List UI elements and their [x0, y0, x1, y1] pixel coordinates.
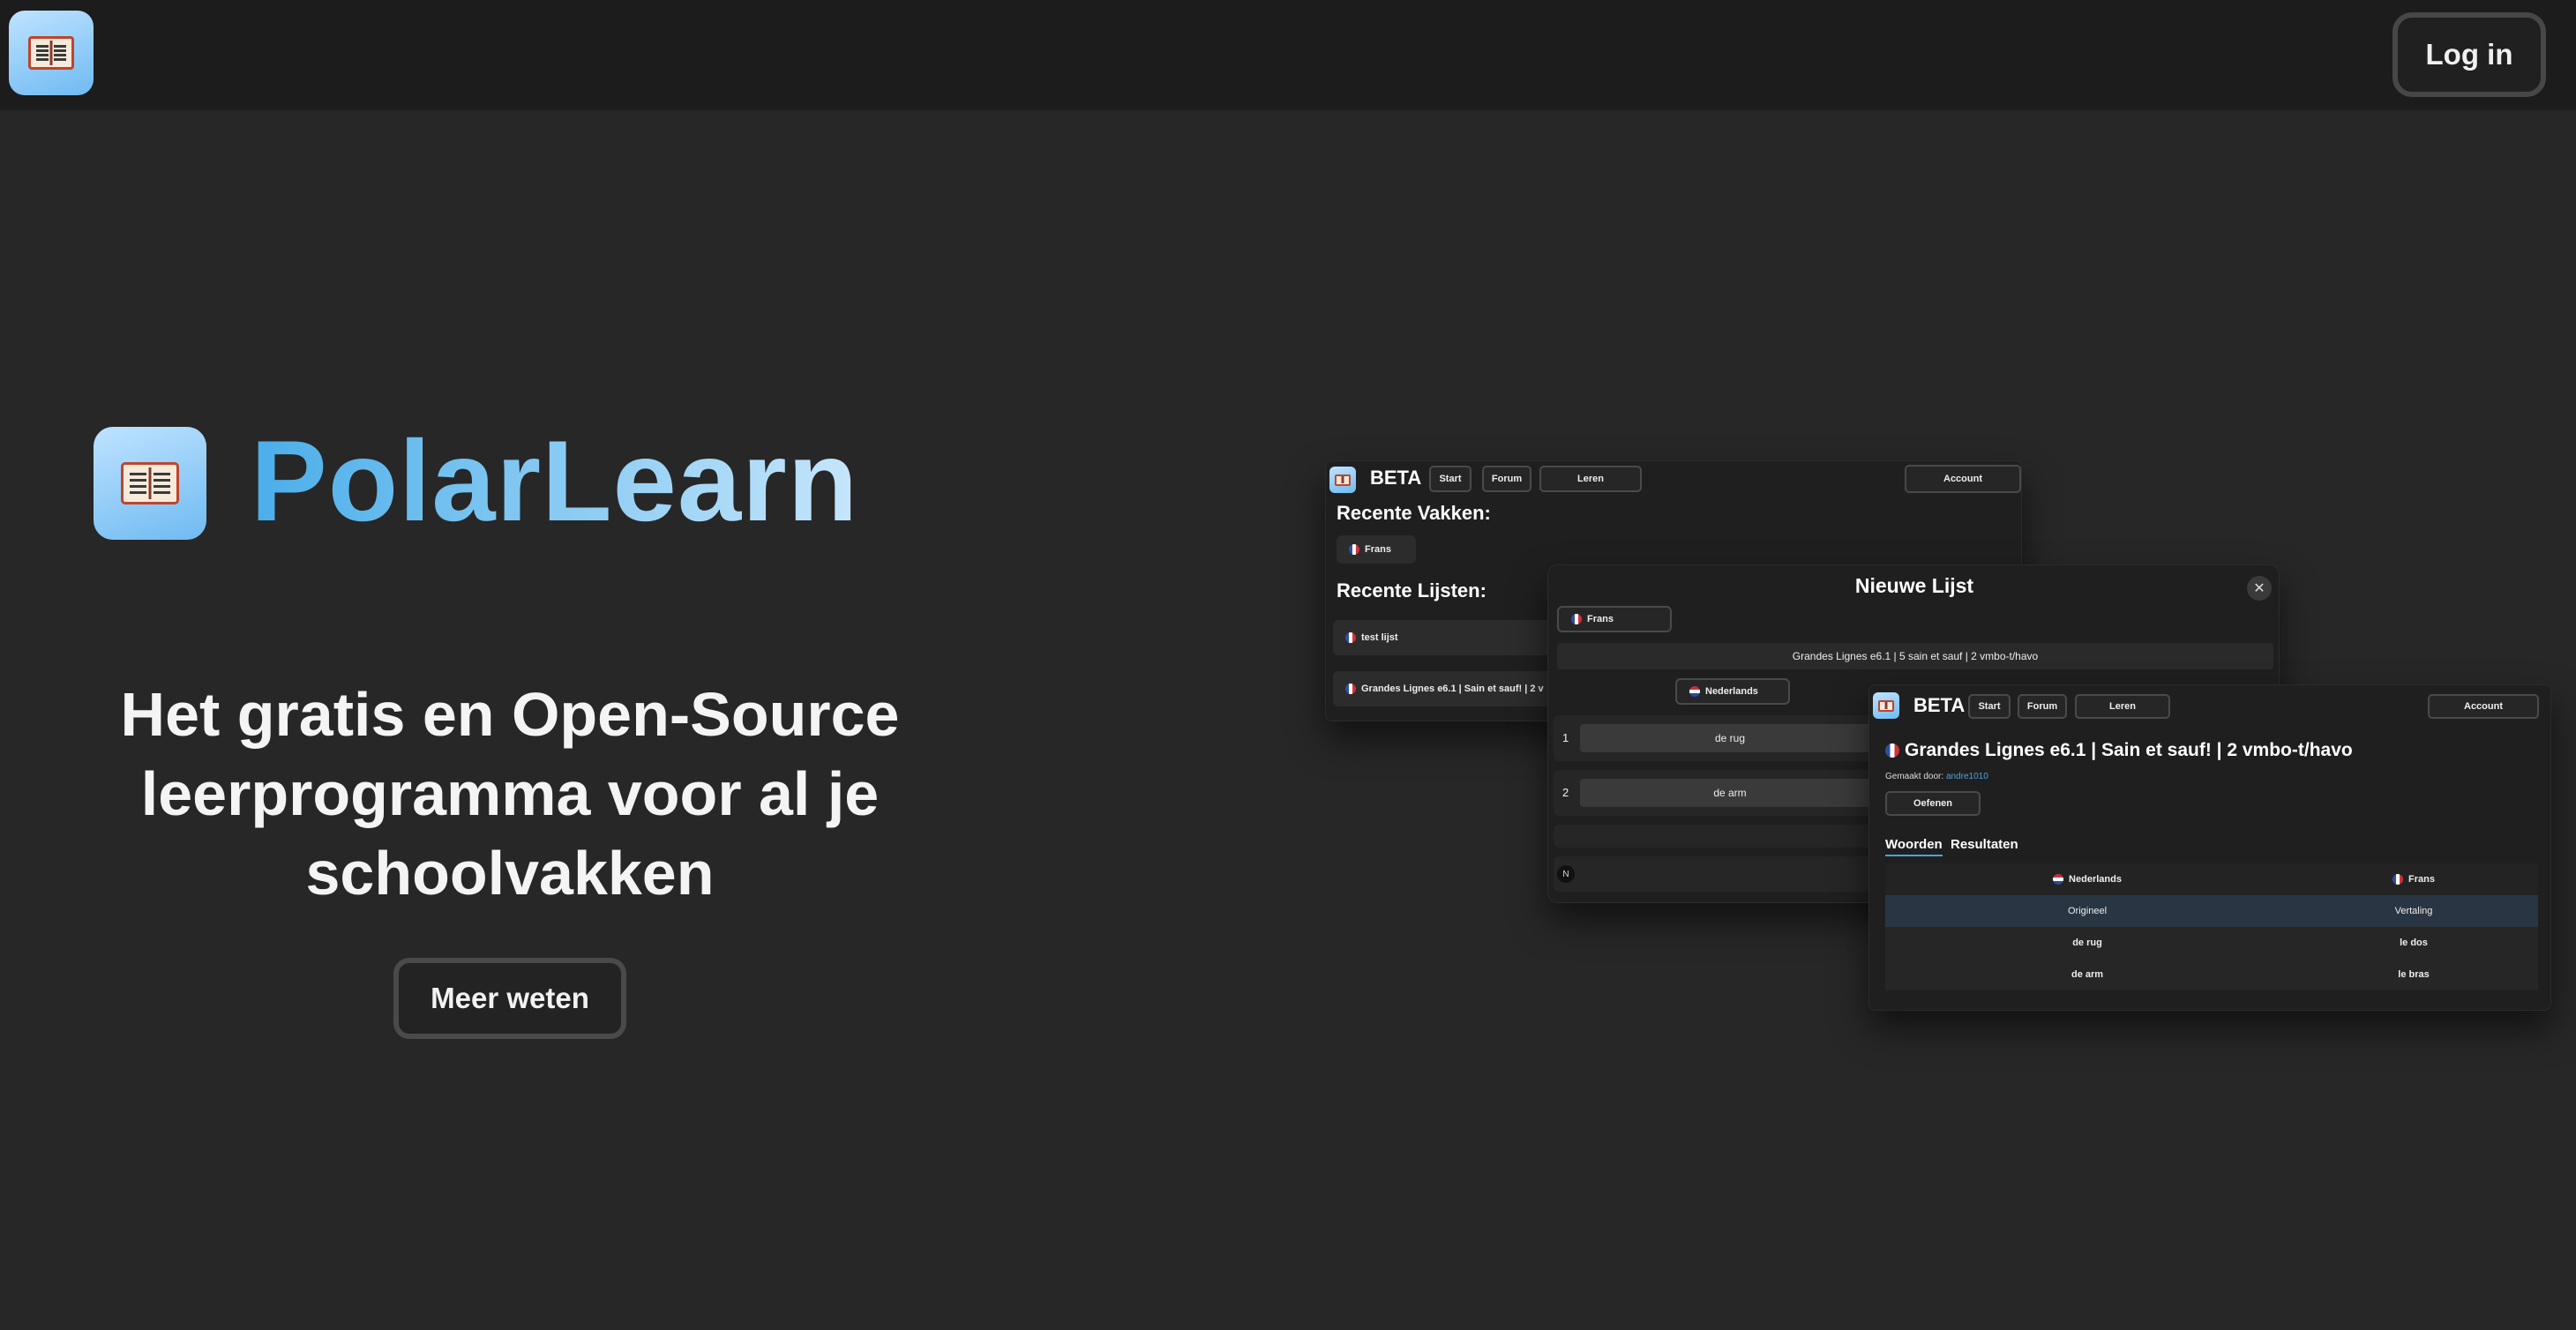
user-badge[interactable]: N — [1557, 865, 1575, 883]
list-item-label: test lijst — [1361, 632, 1398, 643]
recent-subjects-title: Recente Vakken: — [1337, 502, 1491, 524]
list-item-label: Grandes Lignes e6.1 | Sain et sauf! | 2 … — [1361, 684, 1544, 694]
tab-words[interactable]: Woorden — [1885, 837, 1943, 856]
nav-learn-button[interactable]: Leren — [1539, 466, 1642, 492]
nav-forum-button[interactable]: Forum — [2018, 694, 2067, 719]
list-title: Grandes Lignes e6.1 | Sain et sauf! | 2 … — [1885, 740, 2353, 761]
brand-name: PolarLearn — [251, 416, 859, 545]
author-link[interactable]: andre1010 — [1946, 772, 1988, 781]
made-by-label: Gemaakt door: — [1885, 772, 1944, 781]
open-book-icon — [1878, 699, 1894, 712]
subject-select[interactable]: Frans — [1557, 606, 1672, 632]
open-book-icon — [1335, 474, 1351, 486]
table-cell: Vertaling — [2289, 895, 2538, 927]
words-table: Nederlands Frans Origineel Vertaling de … — [1885, 863, 2538, 990]
word-row-number: 2 — [1562, 786, 1569, 799]
subject-chip[interactable]: Frans — [1337, 535, 1416, 564]
france-flag-icon — [1349, 544, 1359, 555]
table-cell: Origineel — [1885, 895, 2290, 927]
beta-label: BETA — [1913, 694, 1966, 716]
new-list-title: Nieuwe Lijst — [1854, 574, 1974, 597]
word-row: 2 de arm — [1554, 770, 1889, 816]
practice-button[interactable]: Oefenen — [1885, 791, 1981, 816]
word-row-number: 1 — [1562, 731, 1569, 744]
table-cell: le dos — [2289, 927, 2538, 959]
list-name-input[interactable]: Grandes Lignes e6.1 | 5 sain et sauf | 2… — [1557, 643, 2273, 669]
author-line: Gemaakt door: andre1010 — [1885, 772, 1988, 781]
open-book-icon — [28, 36, 74, 70]
app-logo — [1329, 467, 1356, 493]
france-flag-icon — [2393, 874, 2404, 885]
subject-select-label: Frans — [1587, 614, 1614, 624]
language-select-label: Nederlands — [1705, 686, 1758, 697]
top-navigation-bar: Log in — [0, 0, 2576, 111]
preview-list-view-window: BETA Start Forum Leren Account Grandes L… — [1868, 684, 2551, 1011]
tab-results[interactable]: Resultaten — [1951, 837, 2018, 852]
account-button[interactable]: Account — [1905, 465, 2021, 493]
list-title-text: Grandes Lignes e6.1 | Sain et sauf! | 2 … — [1905, 740, 2353, 760]
table-cell: de arm — [1885, 959, 2290, 990]
table-cell: de rug — [1885, 927, 2290, 959]
france-flag-icon — [1345, 632, 1356, 643]
open-book-icon — [121, 462, 179, 504]
nav-start-button[interactable]: Start — [1968, 694, 2011, 719]
table-cell: le bras — [2289, 959, 2538, 990]
account-button[interactable]: Account — [2428, 694, 2539, 719]
column-header-dutch: Nederlands — [1885, 863, 2290, 895]
hero-headline: Het gratis en Open-Source leerprogramma … — [120, 680, 900, 908]
learn-more-button[interactable]: Meer weten — [393, 958, 626, 1039]
netherlands-flag-icon — [2053, 874, 2064, 885]
beta-label: BETA — [1370, 467, 1422, 489]
close-icon[interactable]: ✕ — [2247, 576, 2272, 601]
netherlands-flag-icon — [1689, 686, 1700, 697]
nav-start-button[interactable]: Start — [1429, 466, 1471, 492]
word-input[interactable]: de arm — [1580, 779, 1880, 807]
column-header-french: Frans — [2289, 863, 2538, 895]
login-button[interactable]: Log in — [2393, 12, 2546, 97]
language-select[interactable]: Nederlands — [1675, 678, 1790, 705]
subject-chip-label: Frans — [1365, 544, 1391, 555]
france-flag-icon — [1345, 684, 1356, 694]
france-flag-icon — [1571, 614, 1582, 624]
brand-logo — [94, 427, 206, 540]
nav-forum-button[interactable]: Forum — [1482, 466, 1531, 492]
nav-learn-button[interactable]: Leren — [2075, 694, 2170, 719]
france-flag-icon — [1885, 743, 1899, 758]
app-logo — [1873, 692, 1899, 719]
footer-row: N — [1554, 856, 1889, 892]
recent-lists-title: Recente Lijsten: — [1337, 579, 1486, 601]
table-row: Origineel Vertaling — [1885, 895, 2538, 927]
app-logo[interactable] — [9, 11, 94, 95]
table-row: de rug le dos — [1885, 927, 2538, 959]
table-row: de arm le bras — [1885, 959, 2538, 990]
word-row: 1 de rug — [1554, 715, 1889, 761]
add-row-area[interactable] — [1554, 825, 1889, 848]
word-input[interactable]: de rug — [1580, 724, 1880, 752]
